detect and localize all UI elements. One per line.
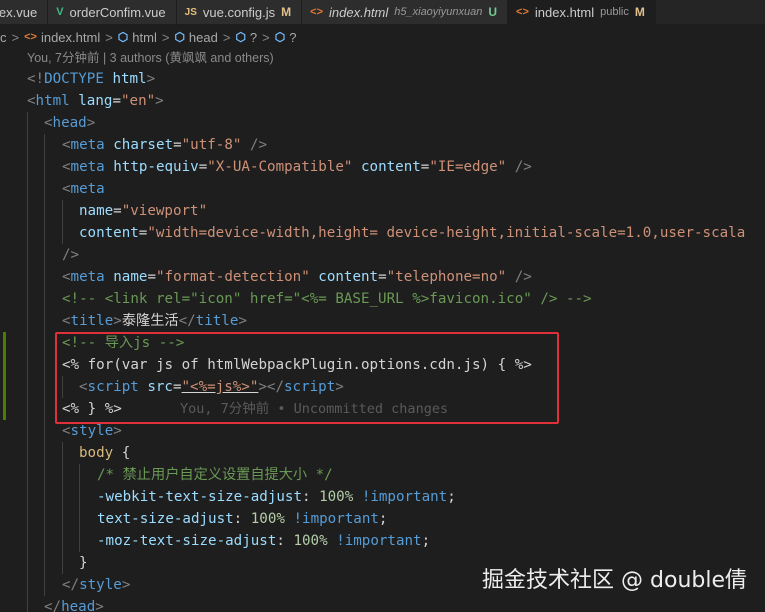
code-line: <!-- 导入js --> (0, 332, 765, 354)
code-editor[interactable]: <!DOCTYPE html> <html lang="en"> <head> … (0, 68, 765, 612)
code-line: <!-- <link rel="icon" href="<%= BASE_URL… (0, 288, 765, 310)
cube-icon: ⬡ (274, 30, 286, 44)
breadcrumb-item-unknown[interactable]: ⬡ ? (275, 30, 297, 45)
code-line: <% for(var js of htmlWebpackPlugin.optio… (0, 354, 765, 376)
git-added-indicator (3, 354, 6, 376)
chevron-right-icon: > (161, 29, 170, 45)
git-added-indicator (3, 376, 6, 398)
code-line: name="viewport" (0, 200, 765, 222)
code-line: -webkit-text-size-adjust: 100% !importan… (0, 486, 765, 508)
html-icon: <> (516, 6, 529, 18)
inline-blame: You, 7分钟前 • Uncommitted changes (180, 401, 449, 417)
code-line: <title>泰隆生活</title> (0, 310, 765, 332)
breadcrumb-item-unknown[interactable]: ⬡ ? (235, 30, 257, 45)
tab-lex-vue[interactable]: lex.vue (0, 0, 49, 24)
breadcrumb-item-html[interactable]: ⬡ html (118, 30, 157, 45)
tab-label: lex.vue (0, 4, 38, 20)
vue-icon: V (56, 6, 64, 18)
chevron-right-icon: > (105, 29, 113, 45)
code-line: <meta name="format-detection" content="t… (0, 266, 765, 288)
code-line: body { (0, 442, 765, 464)
modified-badge: M (634, 5, 645, 19)
cube-icon: ⬡ (117, 30, 129, 44)
tab-index-html-public[interactable]: <> index.html public M (508, 0, 656, 24)
tab-label: index.html (534, 4, 595, 20)
cube-icon: ⬡ (235, 30, 246, 44)
code-line: <meta (0, 178, 765, 200)
tab-label: vue.config.js (202, 4, 276, 20)
js-icon: JS (184, 6, 197, 18)
cube-icon: ⬡ (174, 30, 185, 44)
tab-vue-config-js[interactable]: JS vue.config.js M (176, 0, 303, 24)
html-icon: <> (310, 6, 324, 18)
editor-tab-bar: lex.vue V orderConfim.vue JS vue.config.… (0, 0, 765, 24)
chevron-right-icon: > (11, 29, 20, 45)
code-line: <style> (0, 420, 765, 442)
breadcrumb-item-index-html[interactable]: <> index.html (24, 30, 100, 45)
code-line: <meta charset="utf-8" /> (0, 134, 765, 156)
code-line: </head> (0, 596, 765, 612)
breadcrumb: c > <> index.html > ⬡ html > ⬡ head > ⬡ … (0, 26, 296, 48)
code-line: <script src="<%=js%>"></script> (0, 376, 765, 398)
tab-index-html-h5[interactable]: <> index.html h5_xiaoyiyunxuan U (302, 0, 509, 24)
code-line: /> (0, 244, 765, 266)
git-added-indicator (3, 332, 6, 354)
git-added-indicator (3, 398, 6, 420)
code-line: content="width=device-width,height= devi… (0, 222, 765, 244)
codelens-authors[interactable]: You, 7分钟前 | 3 authors (黄飒飒 and others) (27, 48, 274, 68)
code-line: <meta http-equiv="X-UA-Compatible" conte… (0, 156, 765, 178)
modified-badge: M (281, 5, 292, 19)
watermark: 掘金技术社区 @ double倩 (482, 568, 747, 593)
breadcrumb-item[interactable]: c (0, 30, 7, 45)
chevron-right-icon: > (222, 29, 231, 45)
tab-label: index.html (329, 4, 389, 20)
code-line: <html lang="en"> (27, 93, 164, 109)
tab-orderconfim-vue[interactable]: V orderConfim.vue (48, 0, 177, 24)
code-line: /* 禁止用户自定义设置自提大小 */ (0, 464, 765, 486)
tab-description: public (600, 6, 629, 18)
code-line: <head> (0, 112, 765, 134)
code-line: text-size-adjust: 100% !important; (0, 508, 765, 530)
breadcrumb-item-head[interactable]: ⬡ head (174, 30, 217, 45)
tab-description: h5_xiaoyiyunxuan (394, 6, 483, 18)
code-line: -moz-text-size-adjust: 100% !important; (0, 530, 765, 552)
tab-label: orderConfim.vue (69, 4, 166, 20)
untracked-badge: U (488, 5, 498, 19)
code-line: <% } %> You, 7分钟前 • Uncommitted changes (0, 398, 765, 420)
chevron-right-icon: > (262, 29, 270, 45)
html-icon: <> (24, 31, 37, 43)
code-line: <!DOCTYPE html> (27, 71, 156, 87)
